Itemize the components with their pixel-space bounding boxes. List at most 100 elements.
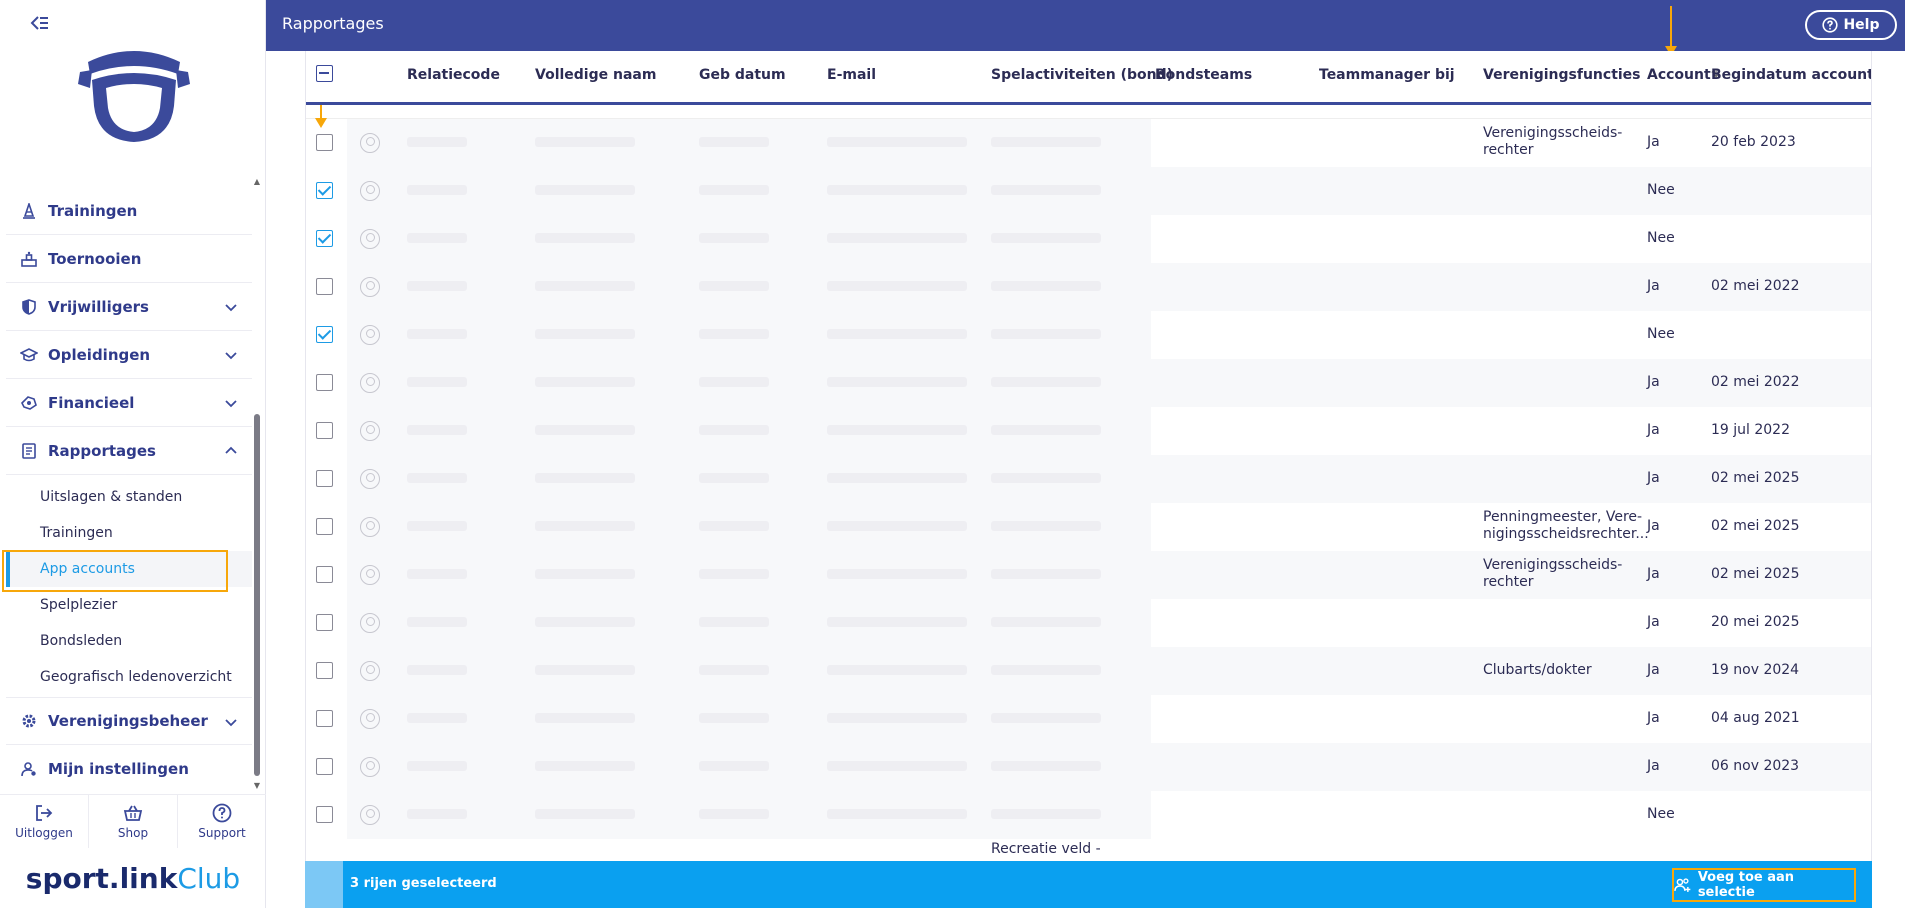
column-header-teammanager[interactable]: Teammanager bij	[1319, 67, 1455, 83]
table-row[interactable]: Penningmeester, Vere- nigingsscheidsrech…	[306, 503, 1871, 551]
highlight-box-app-accounts	[2, 550, 228, 592]
table-row[interactable]: Ja 20 mei 2025	[306, 599, 1871, 647]
column-header-email[interactable]: E-mail	[827, 67, 876, 83]
row-checkbox[interactable]	[316, 182, 333, 199]
row-checkbox[interactable]	[316, 326, 333, 343]
row-checkbox[interactable]	[316, 710, 333, 727]
redacted-cell	[991, 425, 1101, 435]
sidebar-item-trainingen[interactable]: Trainingen	[6, 187, 252, 235]
table-row[interactable]: Verenigingsscheids- rechter Ja 02 mei 2025	[306, 551, 1871, 599]
column-header-account[interactable]: Account	[1647, 67, 1711, 83]
row-checkbox[interactable]	[316, 614, 333, 631]
cell-account: Nee	[1647, 230, 1675, 246]
table-row[interactable]: Ja 02 mei 2025	[306, 455, 1871, 503]
cell-account: Ja	[1647, 374, 1660, 390]
cell-begindatum: 19 jul 2022	[1711, 422, 1790, 438]
scroll-up-icon[interactable]: ▲	[252, 178, 262, 186]
scroll-thumb[interactable]	[254, 414, 260, 776]
collapse-sidebar-icon[interactable]	[28, 14, 52, 38]
row-checkbox[interactable]	[316, 518, 333, 535]
row-checkbox[interactable]	[316, 374, 333, 391]
table-row[interactable]: Ja 02 mei 2022	[306, 263, 1871, 311]
row-checkbox[interactable]	[316, 566, 333, 583]
cell-verenigingsfuncties: Clubarts/dokter	[1483, 662, 1592, 678]
redacted-cell	[535, 761, 635, 771]
avatar-icon	[360, 565, 380, 585]
avatar-icon	[360, 613, 380, 633]
cell-verenigingsfuncties: Penningmeester, Vere- nigingsscheidsrech…	[1483, 509, 1649, 542]
avatar-icon	[360, 517, 380, 537]
table-row[interactable]: Nee	[306, 791, 1871, 839]
sub-item-geografisch[interactable]: Geografisch ledenoverzicht	[6, 659, 252, 695]
column-header-bondsteams[interactable]: Bondsteams	[1155, 67, 1252, 83]
brand-part2: Club	[177, 861, 241, 895]
sub-item-spelplezier[interactable]: Spelplezier	[6, 587, 252, 623]
table-row[interactable]: Ja 04 aug 2021	[306, 695, 1871, 743]
page-title: Rapportages	[282, 14, 384, 33]
cell-begindatum: 04 aug 2021	[1711, 710, 1800, 726]
table-row[interactable]: Nee	[306, 167, 1871, 215]
row-checkbox[interactable]	[316, 134, 333, 151]
row-checkbox[interactable]	[316, 662, 333, 679]
table-row[interactable]: Ja 06 nov 2023	[306, 743, 1871, 791]
column-header-begindatum[interactable]: Begindatum account	[1711, 67, 1871, 83]
redacted-cell	[699, 137, 769, 147]
sidebar-scrollbar[interactable]: ▲ ▼	[252, 178, 262, 790]
column-header-spelactiviteiten[interactable]: Spelactiviteiten (bond)	[991, 67, 1173, 83]
avatar-icon	[360, 709, 380, 729]
sidebar-item-vrijwilligers[interactable]: Vrijwilligers	[6, 283, 252, 331]
sidebar-item-verenigingsbeheer[interactable]: Verenigingsbeheer	[6, 697, 252, 745]
cone-icon	[20, 202, 38, 220]
money-icon	[20, 394, 38, 412]
annotation-arrowhead-checkbox	[315, 118, 327, 128]
avatar-icon	[360, 421, 380, 441]
redacted-cell	[827, 569, 967, 579]
scroll-down-icon[interactable]: ▼	[252, 782, 262, 790]
row-checkbox[interactable]	[316, 230, 333, 247]
redacted-cell	[699, 665, 769, 675]
row-bg-right	[1151, 311, 1871, 359]
redacted-cell	[699, 233, 769, 243]
row-checkbox[interactable]	[316, 422, 333, 439]
sidebar-item-toernooien[interactable]: Toernooien	[6, 235, 252, 283]
column-header-relatiecode[interactable]: Relatiecode	[407, 67, 500, 83]
table-row[interactable]: Nee	[306, 215, 1871, 263]
select-all-checkbox[interactable]	[316, 65, 333, 82]
add-to-selection-button[interactable]: Voeg toe aan selectie	[1672, 868, 1856, 902]
table-row[interactable]: Nee	[306, 311, 1871, 359]
row-checkbox[interactable]	[316, 758, 333, 775]
redacted-cell	[407, 665, 467, 675]
sidebar-item-label: Toernooien	[48, 249, 142, 268]
sub-item-uitslagen[interactable]: Uitslagen & standen	[6, 479, 252, 515]
redacted-cell	[535, 521, 635, 531]
column-header-verenigingsfuncties[interactable]: Verenigingsfuncties	[1483, 67, 1641, 83]
avatar-icon	[360, 277, 380, 297]
table-row[interactable]: Ja 19 jul 2022	[306, 407, 1871, 455]
row-bg-right	[1151, 167, 1871, 215]
table-row[interactable]: Clubarts/dokter Ja 19 nov 2024	[306, 647, 1871, 695]
row-checkbox[interactable]	[316, 470, 333, 487]
sidebar-item-opleidingen[interactable]: Opleidingen	[6, 331, 252, 379]
support-button[interactable]: Support	[178, 795, 266, 848]
redacted-cell	[991, 521, 1101, 531]
redacted-cell	[827, 617, 967, 627]
cell-account: Nee	[1647, 326, 1675, 342]
column-header-naam[interactable]: Volledige naam	[535, 67, 656, 83]
row-checkbox[interactable]	[316, 278, 333, 295]
row-checkbox[interactable]	[316, 806, 333, 823]
sub-item-trainingen[interactable]: Trainingen	[6, 515, 252, 551]
redacted-cell	[407, 329, 467, 339]
redacted-cell	[407, 473, 467, 483]
redacted-cell	[699, 425, 769, 435]
table-row[interactable]: Ja 02 mei 2022	[306, 359, 1871, 407]
column-header-geb-datum[interactable]: Geb datum	[699, 67, 786, 83]
sidebar-item-mijn-instellingen[interactable]: Mijn instellingen	[6, 745, 252, 793]
redacted-cell	[407, 521, 467, 531]
logout-button[interactable]: Uitloggen	[0, 795, 89, 848]
sidebar-item-rapportages[interactable]: Rapportages	[6, 427, 252, 475]
table-row[interactable]: Verenigingsscheids- rechter Ja 20 feb 2023	[306, 119, 1871, 167]
help-button[interactable]: Help	[1805, 10, 1897, 40]
sidebar-item-financieel[interactable]: Financieel	[6, 379, 252, 427]
sub-item-bondsleden[interactable]: Bondsleden	[6, 623, 252, 659]
shop-button[interactable]: Shop	[89, 795, 178, 848]
